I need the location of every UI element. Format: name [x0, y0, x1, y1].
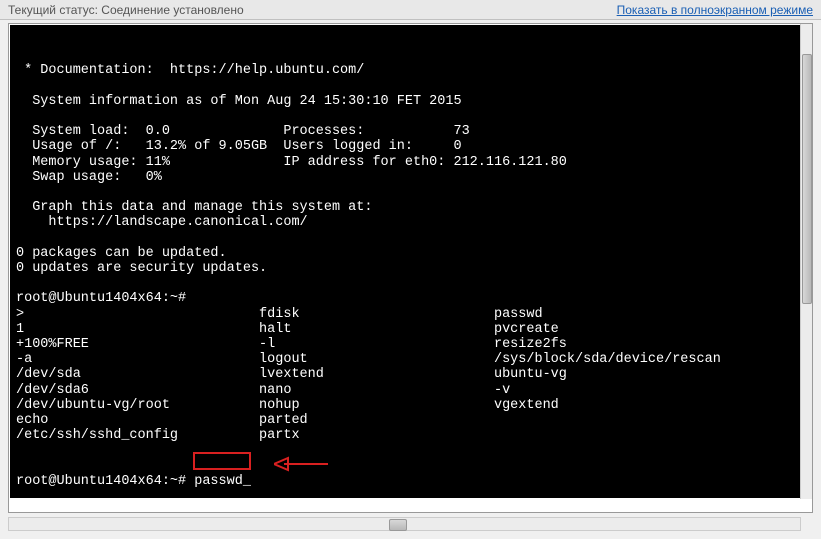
terminal-line: 1 halt pvcreate — [16, 322, 796, 337]
terminal-line — [16, 185, 796, 200]
highlight-box — [193, 452, 251, 470]
horizontal-scrollbar[interactable] — [8, 517, 801, 531]
terminal-line: System load: 0.0 Processes: 73 — [16, 124, 796, 139]
prompt: root@Ubuntu1404x64:~# — [16, 474, 194, 489]
terminal-line: Usage of /: 13.2% of 9.05GB Users logged… — [16, 139, 796, 154]
terminal-line: * Documentation: https://help.ubuntu.com… — [16, 63, 796, 78]
terminal-line — [16, 79, 796, 94]
terminal-line: echo parted — [16, 413, 796, 428]
terminal[interactable]: * Documentation: https://help.ubuntu.com… — [10, 25, 802, 498]
terminal-line: /dev/ubuntu-vg/root nohup vgextend — [16, 398, 796, 413]
terminal-line: 0 packages can be updated. — [16, 246, 796, 261]
fullscreen-link[interactable]: Показать в полноэкранном режиме — [617, 3, 813, 17]
vertical-scrollbar-thumb[interactable] — [802, 54, 812, 304]
cursor: _ — [243, 474, 251, 489]
status-label: Текущий статус: — [8, 3, 98, 17]
terminal-prompt-line: root@Ubuntu1404x64:~# passwd_ — [16, 474, 796, 489]
terminal-line: /dev/sda6 nano -v — [16, 383, 796, 398]
header-bar: Текущий статус: Соединение установлено П… — [0, 0, 821, 20]
terminal-line: Swap usage: 0% — [16, 170, 796, 185]
terminal-line: > fdisk passwd — [16, 307, 796, 322]
vertical-scrollbar[interactable] — [800, 24, 812, 499]
terminal-line: https://landscape.canonical.com/ — [16, 215, 796, 230]
terminal-container: * Documentation: https://help.ubuntu.com… — [8, 23, 813, 513]
terminal-line: -a logout /sys/block/sda/device/rescan — [16, 352, 796, 367]
terminal-output: * Documentation: https://help.ubuntu.com… — [16, 63, 796, 443]
terminal-line: root@Ubuntu1404x64:~# — [16, 291, 796, 306]
terminal-line: /dev/sda lvextend ubuntu-vg — [16, 367, 796, 382]
terminal-line — [16, 276, 796, 291]
terminal-line: 0 updates are security updates. — [16, 261, 796, 276]
terminal-line — [16, 231, 796, 246]
typed-command: passwd — [194, 474, 243, 489]
arrow-left-icon — [274, 455, 330, 473]
terminal-line: Memory usage: 11% IP address for eth0: 2… — [16, 155, 796, 170]
terminal-line: +100%FREE -l resize2fs — [16, 337, 796, 352]
status-value: Соединение установлено — [101, 3, 243, 17]
terminal-line — [16, 109, 796, 124]
terminal-line: Graph this data and manage this system a… — [16, 200, 796, 215]
terminal-line: /etc/ssh/sshd_config partx — [16, 428, 796, 443]
horizontal-scrollbar-thumb[interactable] — [389, 519, 407, 531]
connection-status: Текущий статус: Соединение установлено — [8, 3, 244, 17]
terminal-line: System information as of Mon Aug 24 15:3… — [16, 94, 796, 109]
